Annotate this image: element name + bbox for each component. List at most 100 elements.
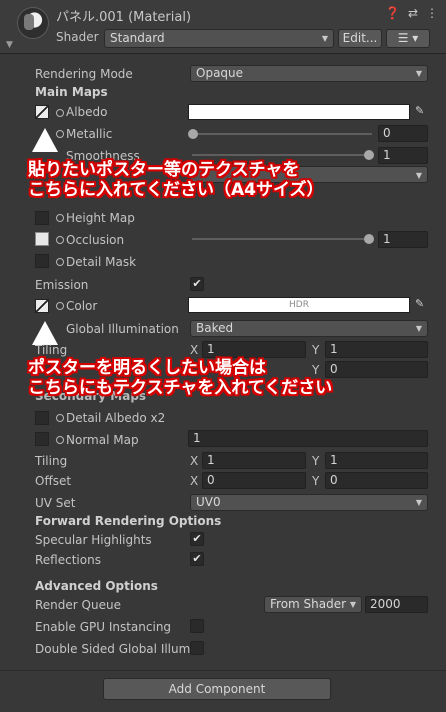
uv-set-label: UV Set [35,496,76,510]
header-icons: ❓ ⇄ ⋮ [385,6,438,20]
double-sided-gi-checkbox[interactable] [190,641,204,655]
list-icon: ☰ ▾ [397,31,419,45]
smoothness-slider-knob[interactable] [364,150,374,160]
secondary-tiling-label: Tiling [35,454,68,468]
metallic-slider-track[interactable] [192,133,372,135]
emission-color-label: Color [66,299,98,313]
smoothness-value-field[interactable]: 1 [378,147,428,164]
render-queue-dropdown[interactable]: From Shader ▼ [264,596,362,613]
emission-color-texture-slot[interactable] [35,299,49,313]
main-tiling-label: Tiling [35,343,68,357]
shader-dropdown[interactable]: Standard ▼ [104,29,334,48]
reflections-checkbox[interactable]: ✔ [190,552,204,566]
rendering-mode-value: Opaque [196,66,244,80]
smoothness-slider-track[interactable] [192,154,372,156]
occlusion-value-field[interactable]: 1 [378,231,428,248]
eyedropper-icon[interactable]: ✎ [415,297,424,310]
help-icon[interactable]: ❓ [385,6,400,20]
advanced-options-heading: Advanced Options [35,579,158,593]
detail-albedo-slot[interactable] [35,411,49,425]
double-sided-gi-label: Double Sided Global Illumin [35,642,202,656]
material-header: ▼ パネル.001 (Material) ❓ ⇄ ⋮ Shader Standa… [0,0,446,54]
gpu-instancing-label: Enable GPU Instancing [35,620,172,634]
chevron-down-icon: ▼ [415,171,422,180]
gpu-instancing-checkbox[interactable] [190,619,204,633]
normal-map-slot[interactable] [35,432,49,446]
metallic-slider-knob[interactable] [188,129,198,139]
detail-mask-label: Detail Mask [66,255,137,269]
main-tiling-y-field[interactable]: 1 [325,341,428,358]
global-illumination-label: Global Illumination [66,322,179,336]
main-tiling-x-label: X [190,343,199,357]
annotation-note-1-line-2: こちらに入れてください（A4サイズ） [28,180,324,200]
occlusion-slider-track[interactable] [192,238,372,240]
fold-arrow-icon[interactable]: ▼ [6,40,13,50]
eyedropper-icon[interactable]: ✎ [415,104,424,117]
rendering-mode-dropdown[interactable]: Opaque ▼ [190,65,428,82]
shader-value: Standard [110,31,165,45]
annotation-note-2-line-1: ポスターを明るくしたい場合は [28,358,266,378]
more-icon[interactable]: ⋮ [426,6,438,20]
shader-label: Shader [56,30,99,44]
chevron-down-icon: ▼ [415,324,422,333]
specular-highlights-checkbox[interactable]: ✔ [190,532,204,546]
normal-map-picker-dot-icon[interactable] [56,436,64,444]
presets-icon[interactable]: ⇄ [408,6,418,20]
albedo-picker-dot-icon[interactable] [56,109,64,117]
normal-map-label: Normal Map [66,433,139,447]
main-maps-heading: Main Maps [35,85,108,99]
height-map-slot[interactable] [35,211,49,225]
chevron-down-icon: ▼ [415,69,422,78]
warning-triangle-icon [32,321,58,345]
render-queue-value-field[interactable]: 2000 [365,596,428,613]
secondary-tiling-x-label: X [190,454,199,468]
albedo-texture-slot[interactable] [35,105,49,119]
chevron-down-icon: ▼ [321,34,328,43]
occlusion-picker-dot-icon[interactable] [56,236,64,244]
main-offset-y-label: Y [312,363,320,377]
emission-label: Emission [35,278,89,292]
chevron-down-icon: ▼ [349,600,356,609]
height-map-picker-dot-icon[interactable] [56,214,64,222]
secondary-offset-x-field[interactable]: 0 [202,472,306,489]
normal-map-scale-field[interactable]: 1 [188,430,428,447]
emission-picker-dot-icon[interactable] [56,302,64,310]
uv-set-dropdown[interactable]: UV0 ▼ [190,494,428,511]
add-component-button[interactable]: Add Component [103,678,331,700]
secondary-tiling-y-label: Y [312,454,320,468]
height-map-label: Height Map [66,211,135,225]
occlusion-slider-knob[interactable] [364,234,374,244]
detail-mask-picker-dot-icon[interactable] [56,258,64,266]
reflections-label: Reflections [35,553,101,567]
render-queue-source: From Shader [270,597,347,611]
global-illumination-dropdown[interactable]: Baked ▼ [190,320,428,337]
secondary-tiling-y-field[interactable]: 1 [325,452,428,469]
warning-triangle-icon [32,128,58,152]
specular-highlights-label: Specular Highlights [35,533,152,547]
albedo-label: Albedo [66,105,108,119]
occlusion-label: Occlusion [66,233,125,247]
main-offset-y-field[interactable]: 0 [325,361,428,378]
render-queue-label: Render Queue [35,598,121,612]
secondary-offset-y-field[interactable]: 0 [325,472,428,489]
secondary-tiling-x-field[interactable]: 1 [202,452,306,469]
secondary-offset-label: Offset [35,474,72,488]
emission-hdr-color-field[interactable]: HDR [188,297,410,313]
edit-shader-button[interactable]: Edit... [338,29,382,48]
occlusion-slot[interactable] [35,232,49,246]
metallic-picker-dot-icon[interactable] [56,130,64,138]
list-menu-button[interactable]: ☰ ▾ [386,29,430,48]
detail-mask-slot[interactable] [35,254,49,268]
emission-checkbox[interactable]: ✔ [190,277,204,291]
metallic-value-field[interactable]: 0 [378,125,428,142]
inspector-footer: Add Component [0,670,446,712]
secondary-offset-x-label: X [190,474,199,488]
main-tiling-y-label: Y [312,343,320,357]
main-tiling-x-field[interactable]: 1 [202,341,306,358]
detail-albedo-picker-dot-icon[interactable] [56,414,64,422]
annotation-note-1-line-1: 貼りたいポスター等のテクスチャを [28,160,300,180]
forward-rendering-heading: Forward Rendering Options [35,514,222,528]
gi-value: Baked [196,321,234,335]
detail-albedo-label: Detail Albedo x2 [66,411,166,425]
albedo-color-field[interactable] [188,104,410,120]
